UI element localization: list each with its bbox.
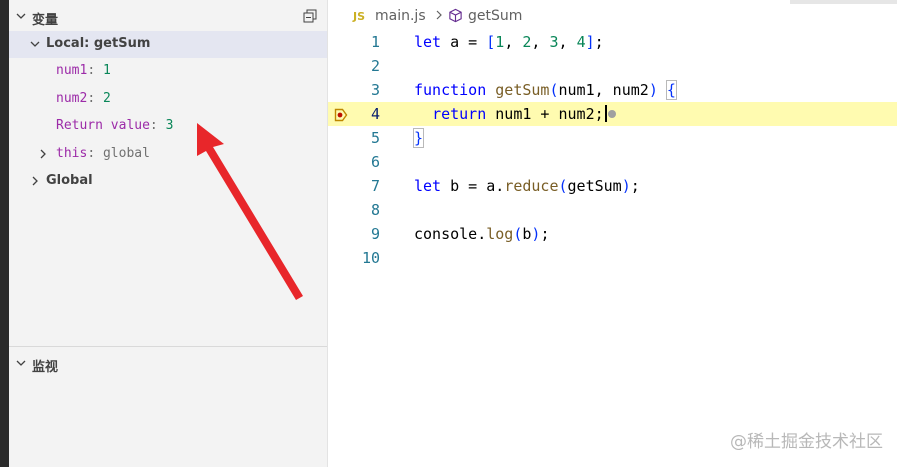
variable-name: this [56, 146, 88, 161]
variable-value: 1 [102, 63, 111, 78]
symbol-method-icon [449, 8, 462, 23]
line-number: 9 [370, 225, 380, 243]
line-number: 7 [370, 177, 380, 195]
chevron-right-icon [436, 10, 442, 20]
code-line[interactable]: 7 let b = a.reduce(getSum); [328, 174, 897, 198]
line-number: 4 [370, 105, 380, 123]
text-cursor [604, 105, 607, 122]
variable-value: 3 [165, 118, 174, 133]
chevron-down-icon [16, 360, 26, 366]
variable-name: num1 [56, 63, 88, 78]
watermark: @稀土掘金技术社区 [730, 432, 883, 452]
chevron-right-icon [32, 176, 38, 186]
code-line[interactable]: 10 [328, 246, 897, 270]
inline-breakpoint-icon[interactable] [607, 110, 616, 118]
watch-section-header[interactable]: 监视 [9, 347, 327, 380]
line-number: 1 [370, 33, 380, 51]
variable-row[interactable]: num2: 2 [9, 86, 327, 113]
variable-row-return-value[interactable]: Return value: 3 [9, 113, 327, 140]
window-left-edge [0, 0, 9, 467]
breadcrumb-symbol[interactable]: getSum [468, 8, 522, 24]
scope-label: Global [46, 173, 93, 188]
collapse-all-icon[interactable] [303, 9, 317, 23]
variable-name: Return value [56, 118, 150, 133]
line-number: 6 [370, 153, 380, 171]
line-number: 10 [361, 249, 380, 267]
variable-row[interactable]: num1: 1 [9, 58, 327, 85]
chevron-down-icon [30, 41, 40, 47]
code-line-current[interactable]: 4 return num1 + num2; [328, 102, 897, 126]
code-line[interactable]: 3 function getSum(num1, num2) { [328, 78, 897, 102]
watch-title: 监视 [32, 360, 59, 375]
breadcrumb-file[interactable]: main.js [375, 8, 426, 24]
scope-label: Local: getSum [46, 36, 151, 51]
code-line[interactable]: 1 let a = [1, 2, 3, 4]; [328, 30, 897, 54]
breadcrumb: JS main.js getSum [328, 0, 897, 32]
variable-name: num2 [56, 91, 88, 106]
variable-row-this[interactable]: this: global [9, 141, 327, 168]
line-number: 2 [370, 57, 380, 75]
javascript-file-icon: JS [353, 10, 366, 23]
code-editor[interactable]: JS main.js getSum 1 let a = [1, 2, 3, 4]… [328, 0, 897, 467]
code-line[interactable]: 8 [328, 198, 897, 222]
scope-local-getsum[interactable]: Local: getSum [9, 31, 327, 58]
chevron-right-icon [40, 149, 46, 159]
code-line[interactable]: 2 [328, 54, 897, 78]
chevron-down-icon [16, 13, 26, 19]
variables-title: 变量 [32, 13, 59, 28]
debug-sidebar: 变量 Local: getSum num1: 1 num2: 2 Return … [9, 0, 327, 467]
breakpoint-stack-frame-icon [334, 108, 348, 122]
variable-value: 2 [102, 91, 111, 106]
line-number: 3 [370, 81, 380, 99]
scope-global[interactable]: Global [9, 168, 327, 195]
line-number: 8 [370, 201, 380, 219]
variable-value: global [102, 146, 150, 161]
code-line[interactable]: 9 console.log(b); [328, 222, 897, 246]
code-line[interactable]: 6 [328, 150, 897, 174]
line-number: 5 [370, 129, 380, 147]
variables-section-header[interactable]: 变量 [9, 0, 327, 33]
code-line[interactable]: 5 } [328, 126, 897, 150]
